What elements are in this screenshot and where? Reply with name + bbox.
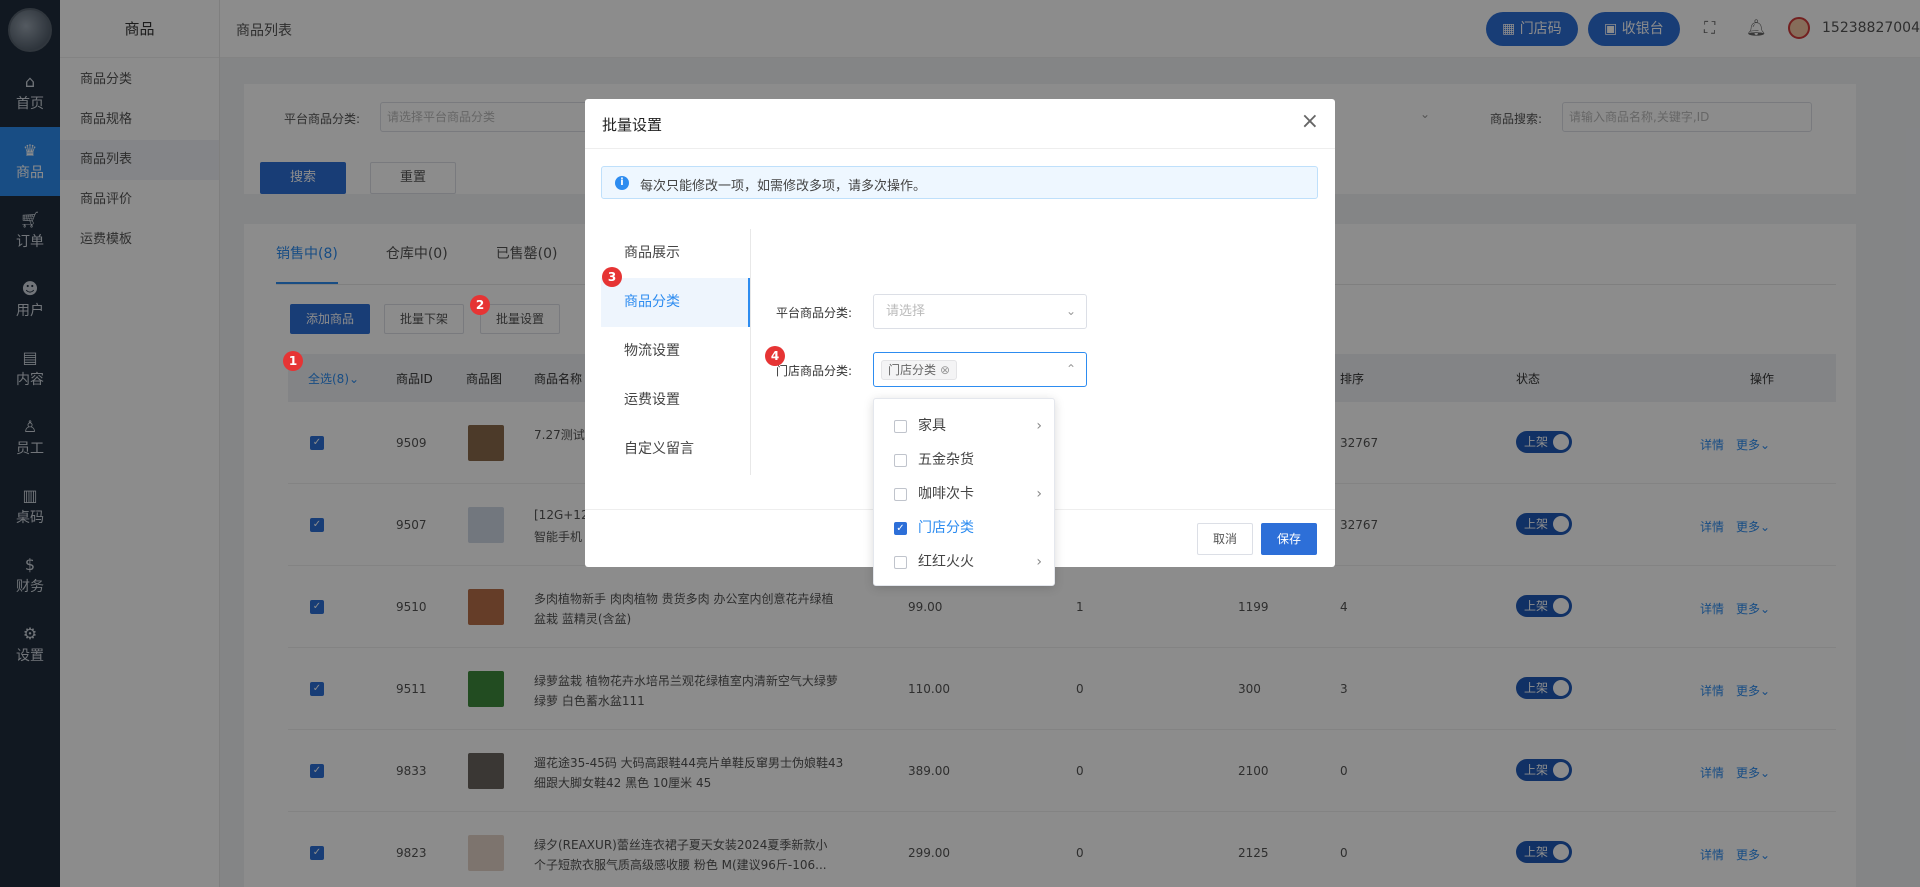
notice-bar: i 每次只能修改一项，如需修改多项，请多次操作。	[601, 166, 1318, 199]
checkbox[interactable]	[894, 556, 907, 569]
modal-tab-logistics[interactable]: 物流设置	[601, 327, 750, 376]
checkbox[interactable]	[894, 488, 907, 501]
checkbox[interactable]	[894, 420, 907, 433]
option-honghong[interactable]: 红红火火 ›	[874, 545, 1054, 579]
platform-category-label: 平台商品分类:	[776, 306, 853, 320]
selected-tag: 门店分类 ⊗	[881, 360, 958, 380]
modal-tabs: 商品展示 商品分类 物流设置 运费设置 自定义留言	[601, 229, 751, 475]
checkbox-checked[interactable]: ✓	[894, 522, 907, 535]
store-category-select[interactable]: 门店分类 ⊗ ⌃	[873, 352, 1087, 387]
platform-category-select[interactable]: 请选择 ⌄	[873, 294, 1087, 329]
tag-close-icon[interactable]: ⊗	[940, 363, 950, 377]
checkbox[interactable]	[894, 454, 907, 467]
chevron-right-icon: ›	[1036, 418, 1042, 434]
chevron-up-icon: ⌃	[1065, 362, 1076, 376]
option-coffee-card[interactable]: 咖啡次卡 ›	[874, 477, 1054, 511]
step-badge-4: 4	[765, 346, 785, 366]
chevron-down-icon: ⌄	[1065, 304, 1076, 318]
save-button[interactable]: 保存	[1261, 523, 1317, 555]
modal-tab-freight[interactable]: 运费设置	[601, 376, 750, 425]
cancel-button[interactable]: 取消	[1197, 523, 1253, 555]
modal-tab-category[interactable]: 商品分类	[601, 278, 750, 327]
modal-tab-display[interactable]: 商品展示	[601, 229, 750, 278]
step-badge-3: 3	[602, 267, 622, 287]
store-category-dropdown: 家具 › 五金杂货 咖啡次卡 › ✓ 门店分类 红红火火 ›	[873, 398, 1055, 586]
step-badge-2: 2	[470, 295, 490, 315]
notice-text: 每次只能修改一项，如需修改多项，请多次操作。	[640, 179, 927, 194]
modal-header: 批量设置 ×	[585, 99, 1335, 149]
chevron-right-icon: ›	[1036, 486, 1042, 502]
option-store-category[interactable]: ✓ 门店分类	[874, 511, 1054, 545]
option-furniture[interactable]: 家具 ›	[874, 409, 1054, 443]
modal-tab-message[interactable]: 自定义留言	[601, 425, 750, 474]
store-category-label: 门店商品分类:	[776, 364, 853, 378]
chevron-right-icon: ›	[1036, 554, 1042, 570]
close-icon[interactable]: ×	[1301, 109, 1319, 134]
option-hardware[interactable]: 五金杂货	[874, 443, 1054, 477]
step-badge-1: 1	[283, 351, 303, 371]
info-icon: i	[615, 176, 629, 190]
modal-title: 批量设置	[602, 116, 663, 134]
